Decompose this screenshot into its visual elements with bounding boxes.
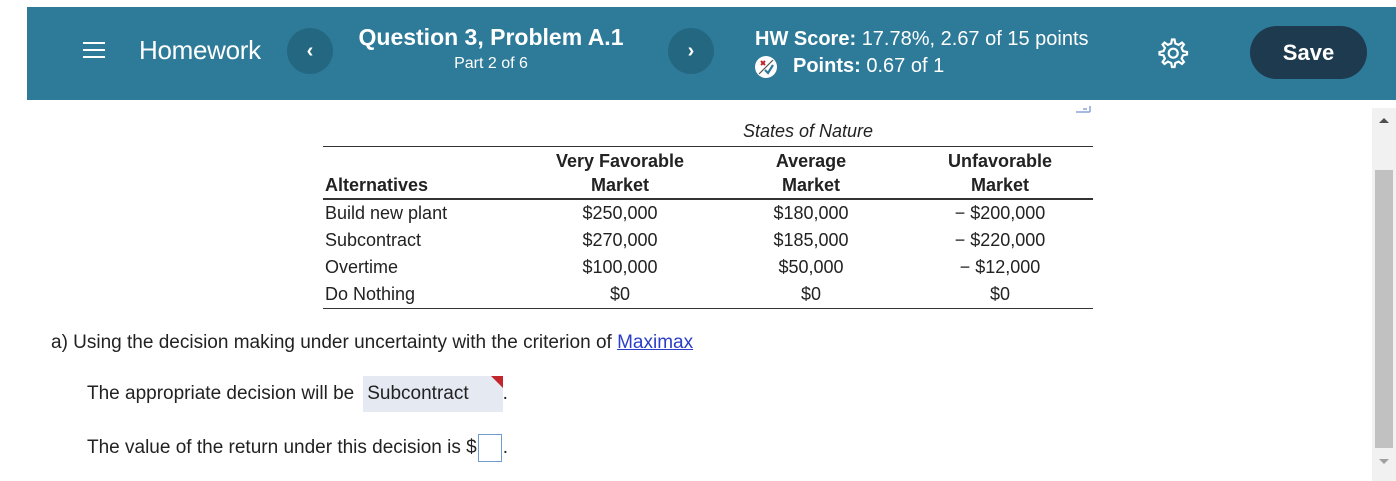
partial-credit-icon: [755, 55, 777, 78]
menu-bar-line: [83, 49, 105, 51]
decision-dropdown[interactable]: Subcontract: [363, 376, 503, 412]
hw-score: HW Score: 17.78%, 2.67 of 15 points: [755, 28, 1089, 51]
return-value-input[interactable]: [477, 434, 502, 462]
table-row: Build new plant $250,000 $180,000 − $200…: [323, 199, 1093, 227]
payoff-cell: $250,000: [582, 203, 658, 223]
column-header-label: Unfavorable: [947, 151, 1053, 171]
payoff-cell: − $200,000: [954, 203, 1046, 223]
menu-bar-line: [83, 42, 105, 44]
question-prompt: a) Using the decision making under uncer…: [51, 332, 693, 354]
table-row: Do Nothing $0 $0 $0: [323, 281, 1093, 309]
menu-icon[interactable]: [83, 37, 109, 67]
value-line: The value of the return under this decis…: [87, 434, 508, 462]
payoff-cell: $0: [800, 284, 822, 304]
payoff-cell: $185,000: [773, 230, 849, 250]
column-header-average: Average Market: [715, 147, 907, 200]
decision-line: The appropriate decision will be Subcont…: [87, 376, 508, 412]
column-header-label: Alternatives: [325, 175, 429, 195]
value-suffix: .: [502, 437, 509, 458]
payoff-cell: $0: [989, 284, 1011, 304]
column-header-label: Market: [590, 175, 650, 195]
question-part: Part 2 of 6: [454, 55, 528, 72]
maximax-link[interactable]: Maximax: [617, 332, 693, 353]
hw-score-label: HW Score:: [755, 28, 857, 50]
question-title: Question 3, Problem A.1: [358, 24, 624, 50]
settings-gear-icon[interactable]: [1157, 37, 1189, 69]
hw-score-value: 17.78%, 2.67 of 15 points: [861, 28, 1089, 50]
column-header-label: Market: [781, 175, 841, 195]
question-prompt-text: a) Using the decision making under uncer…: [51, 332, 618, 353]
table-header-row: Alternatives Very Favorable Market Avera…: [323, 147, 1093, 200]
column-header-alternatives: Alternatives: [323, 147, 525, 200]
states-of-nature-header: States of Nature: [742, 121, 874, 141]
scroll-up-arrow-icon[interactable]: [1372, 108, 1396, 132]
value-prefix: The value of the return under this decis…: [87, 437, 477, 458]
table-row: Overtime $100,000 $50,000 − $12,000: [323, 254, 1093, 281]
points-value: 0.67 of 1: [866, 55, 945, 77]
scrollbar-thumb[interactable]: [1375, 170, 1393, 448]
menu-bar-line: [83, 56, 105, 58]
payoff-cell: − $12,000: [959, 257, 1041, 277]
header-bar: Homework ‹ Question 3, Problem A.1 Part …: [27, 7, 1396, 100]
table-row: Subcontract $270,000 $185,000 − $220,000: [323, 227, 1093, 254]
incorrect-flag-icon: [490, 376, 503, 388]
payoff-cell: $50,000: [778, 257, 844, 277]
alternative-cell: Subcontract: [325, 230, 422, 250]
alternative-cell: Overtime: [325, 257, 399, 277]
column-header-very-favorable: Very Favorable Market: [525, 147, 715, 200]
column-header-label: Very Favorable: [555, 151, 685, 171]
expand-corner-icon[interactable]: [1073, 100, 1093, 116]
decision-prefix: The appropriate decision will be: [87, 383, 355, 404]
decision-selected-value: Subcontract: [367, 383, 469, 404]
top-strip: [0, 0, 1396, 7]
payoff-cell: $100,000: [582, 257, 658, 277]
points-label: Points:: [793, 55, 861, 77]
scroll-down-arrow-icon[interactable]: [1372, 450, 1396, 474]
next-question-button[interactable]: ›: [668, 28, 714, 74]
payoff-table: Alternatives Very Favorable Market Avera…: [323, 146, 1093, 309]
column-header-label: Average: [775, 151, 847, 171]
decision-suffix: .: [502, 383, 508, 404]
column-header-unfavorable: Unfavorable Market: [907, 147, 1093, 200]
payoff-cell: $270,000: [582, 230, 658, 250]
homework-link[interactable]: Homework: [139, 35, 261, 66]
payoff-cell: $0: [609, 284, 631, 304]
previous-question-button[interactable]: ‹: [287, 28, 333, 74]
points-status: Points: 0.67 of 1: [755, 55, 944, 78]
column-header-label: Market: [970, 175, 1030, 195]
save-button[interactable]: Save: [1250, 26, 1367, 79]
app-root: Homework ‹ Question 3, Problem A.1 Part …: [0, 0, 1396, 481]
chevron-right-icon: ›: [687, 39, 695, 62]
alternative-cell: Build new plant: [325, 203, 448, 223]
payoff-cell: $180,000: [773, 203, 849, 223]
chevron-left-icon: ‹: [306, 39, 314, 62]
payoff-cell: − $220,000: [954, 230, 1046, 250]
alternative-cell: Do Nothing: [325, 284, 416, 304]
